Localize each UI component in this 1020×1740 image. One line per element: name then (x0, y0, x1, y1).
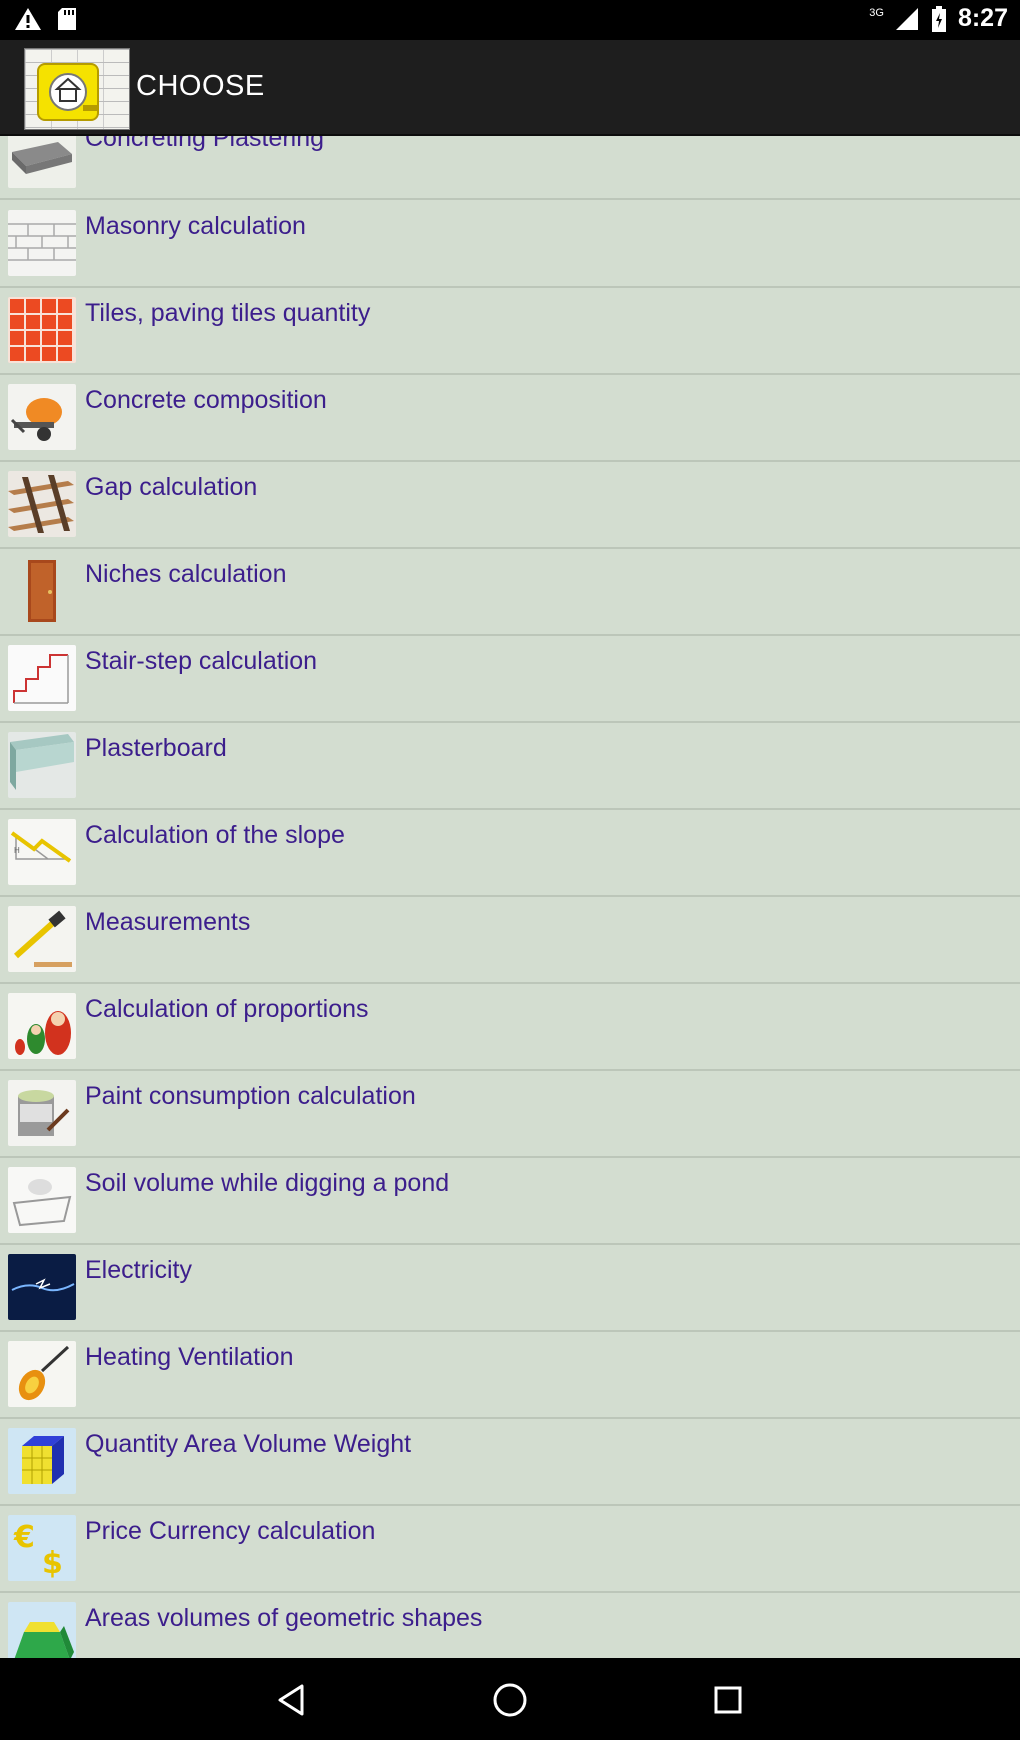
list-item-label: Measurements (85, 908, 251, 936)
page-title: CHOOSE (136, 70, 265, 102)
list-item-electricity[interactable]: Electricity (0, 1244, 1020, 1332)
house-tape-measure-icon[interactable] (24, 48, 130, 130)
list-item-label: Paint consumption calculation (85, 1082, 416, 1110)
list-item-areas-volumes-geometric-shapes[interactable]: Areas volumes of geometric shapes (0, 1592, 1020, 1658)
electricity-icon (8, 1254, 76, 1320)
concrete-slab-icon (8, 136, 76, 188)
list-item-niches-calculation[interactable]: Niches calculation (0, 548, 1020, 636)
list-item-gap-calculation[interactable]: Gap calculation (0, 461, 1020, 549)
list-item-label: Calculation of proportions (85, 995, 369, 1023)
paint-bucket-icon (8, 1080, 76, 1146)
home-icon[interactable] (490, 1680, 530, 1720)
list-item-label: Quantity Area Volume Weight (85, 1430, 412, 1458)
list-item-quantity-area-volume-weight[interactable]: Quantity Area Volume Weight (0, 1418, 1020, 1506)
back-icon[interactable] (272, 1680, 312, 1720)
list-item-label: Tiles, paving tiles quantity (85, 299, 371, 327)
list-item-label: Gap calculation (85, 473, 258, 501)
list-item-label: Electricity (85, 1256, 192, 1284)
list-item-label: Calculation of the slope (85, 821, 345, 849)
list-item-measurements[interactable]: Measurements (0, 896, 1020, 984)
pond-icon (8, 1167, 76, 1233)
cube-icon (8, 1428, 76, 1494)
list-item-calculation-of-proportions[interactable]: Calculation of proportions (0, 983, 1020, 1071)
stairs-diagram-icon (8, 645, 76, 711)
list-item-concreting-plastering[interactable]: Concreting Plastering (0, 136, 1020, 200)
list-item-label: Heating Ventilation (85, 1343, 294, 1371)
list-item-label: Concrete composition (85, 386, 327, 414)
list-item-label: Masonry calculation (85, 212, 306, 240)
list-item-masonry-calculation[interactable]: Masonry calculation (0, 200, 1020, 288)
battery-icon (930, 5, 948, 33)
list-item-tiles-quantity[interactable]: Tiles, paving tiles quantity (0, 287, 1020, 375)
slope-icon: H (8, 819, 76, 885)
currency-icon: € $ (8, 1515, 76, 1581)
geometric-shapes-icon (8, 1602, 76, 1658)
list-item-stair-step-calculation[interactable]: Stair-step calculation (0, 635, 1020, 723)
wood-frame-icon (8, 471, 76, 537)
plasterboard-icon (8, 732, 76, 798)
clock: 8:27 (957, 4, 1008, 32)
list-item-label: Stair-step calculation (85, 647, 318, 675)
sd-card-icon (56, 6, 78, 32)
svg-text:H: H (14, 846, 20, 855)
list-item-label: Plasterboard (85, 734, 227, 762)
concrete-mixer-icon (8, 384, 76, 450)
recents-icon[interactable] (708, 1680, 748, 1720)
signal-icon (894, 6, 920, 32)
list-item-label: Niches calculation (85, 560, 287, 588)
tiles-icon (8, 297, 76, 363)
brick-wall-icon (8, 210, 76, 276)
list-item-price-currency[interactable]: € $ Price Currency calculation (0, 1505, 1020, 1593)
list-item-label: Concreting Plastering (85, 136, 325, 152)
app-bar: CHOOSE (0, 40, 1020, 136)
list-item-heating-ventilation[interactable]: Heating Ventilation (0, 1331, 1020, 1419)
warning-icon (14, 6, 42, 32)
svg-text:€: € (13, 1520, 35, 1555)
nesting-dolls-icon (8, 993, 76, 1059)
measuring-tool-icon (8, 906, 76, 972)
list-item-soil-volume-pond[interactable]: Soil volume while digging a pond (0, 1157, 1020, 1245)
list-item-paint-consumption[interactable]: Paint consumption calculation (0, 1070, 1020, 1158)
flame-icon (8, 1341, 76, 1407)
list-item-calculation-of-the-slope[interactable]: H Calculation of the slope (0, 809, 1020, 897)
list-item-concrete-composition[interactable]: Concrete composition (0, 374, 1020, 462)
list-item-plasterboard[interactable]: Plasterboard (0, 722, 1020, 810)
list-item-label: Soil volume while digging a pond (85, 1169, 450, 1197)
door-icon (8, 558, 76, 624)
calculator-list: Concreting Plastering Masonry calculatio… (0, 136, 1020, 1658)
list-item-label: Price Currency calculation (85, 1517, 376, 1545)
network-type: 3G (869, 6, 884, 19)
svg-text:$: $ (42, 1546, 63, 1581)
list-item-label: Areas volumes of geometric shapes (85, 1604, 483, 1632)
status-bar: 3G 8:27 (0, 0, 1020, 40)
navigation-bar (0, 1658, 1020, 1740)
